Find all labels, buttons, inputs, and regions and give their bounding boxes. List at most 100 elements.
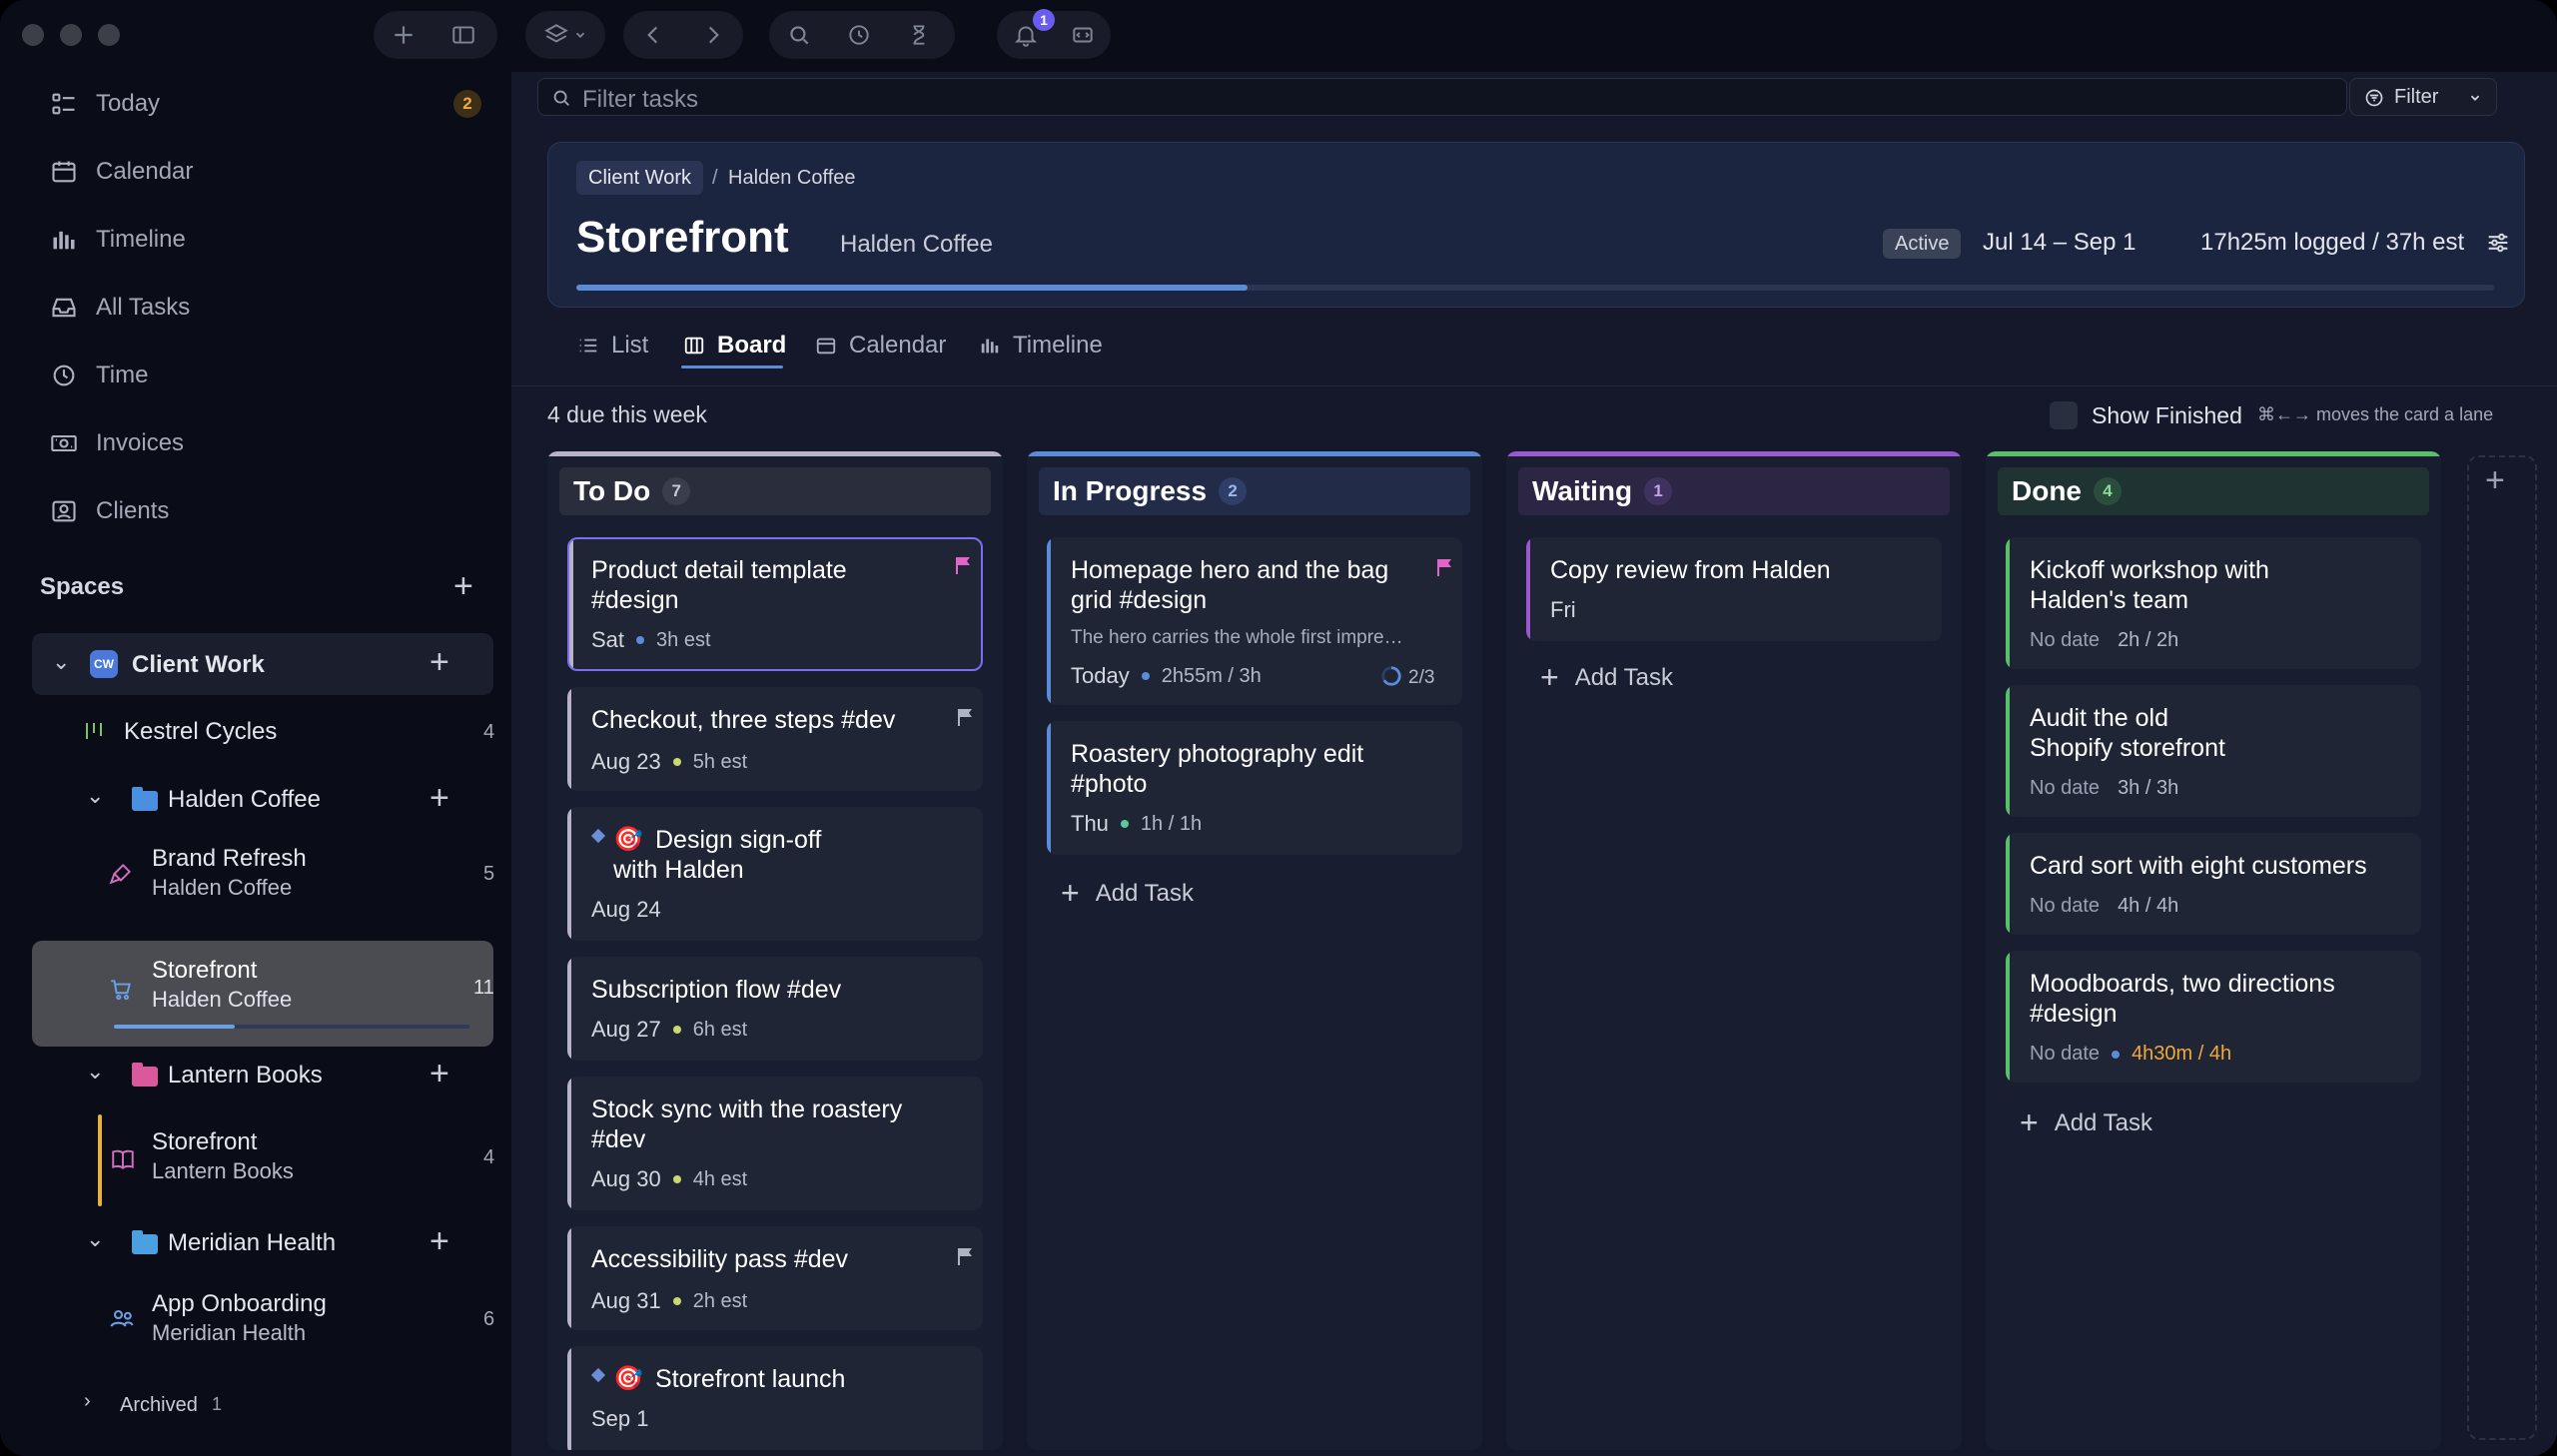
show-finished-toggle[interactable]: Show Finished (2050, 401, 2242, 429)
task-card[interactable]: Accessibility pass #dev Aug 31 2h est (567, 1226, 983, 1330)
tab-board[interactable]: Board (683, 326, 786, 365)
chevron-right-icon: › (84, 1390, 91, 1412)
tools-group (769, 11, 955, 59)
nav-timeline[interactable]: Timeline (50, 220, 186, 260)
flag-icon[interactable] (1436, 557, 1454, 577)
task-meta: No date 4h / 4h (2030, 895, 2178, 918)
add-task-button[interactable]: + Add Task (1061, 875, 1194, 912)
add-to-meridian-button[interactable]: + (429, 1224, 449, 1258)
nav-time[interactable]: Time (50, 356, 148, 395)
task-meta: No date 4h30m / 4h (2030, 1043, 2231, 1066)
task-card[interactable]: Product detail template #design Sat 3h e… (567, 537, 983, 671)
column-in-progress: In Progress 2 Homepage hero and the bag … (1027, 451, 1482, 1450)
task-card[interactable]: Stock sync with the roastery #dev Aug 30… (567, 1077, 983, 1210)
task-card[interactable]: 🎯 Design sign-off with Halden Aug 24 (567, 807, 983, 941)
sidebar-icon (452, 26, 474, 44)
project-brand-refresh[interactable]: Brand Refresh Halden Coffee 5 (32, 839, 494, 911)
project-progress-bar (576, 285, 2494, 291)
search-icon (553, 90, 569, 106)
history-button[interactable] (829, 11, 889, 59)
task-card[interactable]: Moodboards, two directions #design No da… (2006, 951, 2421, 1083)
task-card[interactable]: Subscription flow #dev Aug 27 6h est (567, 957, 983, 1061)
app-window: 1 Today 2 Calendar Timeline All Tasks Ti (0, 0, 2557, 1456)
show-finished-checkbox[interactable] (2050, 401, 2078, 429)
project-storefront-halden[interactable]: Storefront Halden Coffee 11 (32, 941, 494, 1047)
column-header[interactable]: Waiting 1 (1518, 467, 1950, 515)
title-bar: 1 (0, 0, 2557, 72)
tab-list[interactable]: List (577, 326, 648, 365)
column-header[interactable]: In Progress 2 (1039, 467, 1470, 515)
add-task-button[interactable]: + Add Task (1540, 659, 1673, 696)
task-card[interactable]: Copy review from Halden Fri (1526, 537, 1942, 641)
timer-button[interactable] (889, 11, 949, 59)
project-storefront-lantern[interactable]: Storefront Lantern Books 4 (32, 1114, 494, 1206)
space-client-work[interactable]: ⌄ CW Client Work + (32, 633, 493, 695)
close-window-button[interactable] (22, 24, 44, 46)
minimize-window-button[interactable] (60, 24, 82, 46)
tab-timeline[interactable]: Timeline (979, 326, 1103, 365)
folder-meridian-health[interactable]: ⌄ Meridian Health + (32, 1214, 493, 1270)
task-card[interactable]: Homepage hero and the bag grid #design T… (1047, 537, 1462, 705)
column-count: 4 (2094, 477, 2122, 505)
project-kestrel-cycles[interactable]: Kestrel Cycles 4 (32, 703, 494, 759)
project-dates: Jul 14 – Sep 1 (1983, 229, 2136, 256)
task-card[interactable]: Audit the old Shopify storefront No date… (2006, 685, 2421, 817)
flag-icon[interactable] (955, 555, 973, 575)
add-to-client-work-button[interactable]: + (429, 645, 449, 679)
subtask-count: 2/3 (1408, 667, 1435, 688)
add-task-button[interactable]: + Add Task (2020, 1104, 2152, 1141)
add-to-lantern-button[interactable]: + (429, 1057, 449, 1091)
nav-all-tasks[interactable]: All Tasks (50, 288, 190, 328)
app-onboarding-title: App Onboarding (152, 1290, 327, 1317)
flag-icon[interactable] (957, 1246, 975, 1266)
archived-section[interactable]: › Archived 1 (32, 1384, 493, 1424)
column-color-bar (1986, 451, 2441, 456)
workspace-switcher[interactable] (525, 11, 605, 59)
task-card[interactable]: Card sort with eight customers No date 4… (2006, 833, 2421, 935)
nav-today[interactable]: Today (50, 84, 160, 124)
status-dot (2112, 1050, 2121, 1059)
task-card[interactable]: Kickoff workshop with Halden's team No d… (2006, 537, 2421, 669)
task-card[interactable]: Roastery photography edit #photo Thu 1h … (1047, 721, 1462, 855)
breadcrumb-parent[interactable]: Client Work (576, 161, 703, 195)
task-meta: Aug 31 2h est (591, 1288, 747, 1314)
project-app-onboarding[interactable]: App Onboarding Meridian Health 6 (32, 1280, 494, 1356)
toggle-sidebar-button[interactable] (433, 11, 493, 59)
add-space-button[interactable]: + (453, 569, 473, 603)
filter-tasks-input[interactable]: Filter tasks (537, 78, 2347, 116)
task-title: Card sort with eight customers (2030, 852, 2367, 880)
storefront-lantern-sub: Lantern Books (152, 1158, 294, 1183)
nav-calendar[interactable]: Calendar (50, 152, 193, 192)
column-count: 2 (1219, 477, 1248, 505)
add-column-area[interactable]: + (2467, 455, 2537, 1440)
settings-sliders-icon[interactable] (2484, 229, 2512, 257)
notifications-button[interactable]: 1 (997, 9, 1055, 59)
task-card[interactable]: Checkout, three steps #dev Aug 23 5h est (567, 687, 983, 791)
task-title: Accessibility pass #dev (591, 1245, 849, 1273)
back-button[interactable] (623, 11, 683, 59)
task-card[interactable]: 🎯 Storefront launch Sep 1 (567, 1346, 983, 1450)
add-to-halden-button[interactable]: + (429, 781, 449, 815)
new-item-button[interactable] (374, 11, 433, 59)
column-done: Done 4 Kickoff workshop with Halden's te… (1986, 451, 2441, 1450)
column-header[interactable]: To Do 7 (559, 467, 991, 515)
breadcrumb-current[interactable]: Halden Coffee (728, 167, 856, 190)
nav-invoices[interactable]: Invoices (50, 423, 184, 463)
flag-icon[interactable] (957, 707, 975, 727)
storefront-halden-progress-fill (114, 1025, 236, 1029)
forward-button[interactable] (683, 11, 743, 59)
zoom-window-button[interactable] (98, 24, 120, 46)
filter-button[interactable]: Filter (2349, 78, 2497, 116)
task-date: Aug 30 (591, 1166, 661, 1191)
column-header[interactable]: Done 4 (1998, 467, 2429, 515)
task-date: Fri (1550, 597, 1576, 622)
task-date: Thu (1071, 811, 1109, 836)
status-badge[interactable]: Active (1883, 229, 1962, 259)
tab-calendar[interactable]: Calendar (815, 326, 946, 365)
folder-lantern-books[interactable]: ⌄ Lantern Books + (32, 1047, 493, 1102)
search-button[interactable] (769, 11, 829, 59)
folder-halden-coffee[interactable]: ⌄ Halden Coffee + (32, 771, 493, 827)
add-column-button[interactable]: + (2485, 461, 2505, 500)
sync-button[interactable] (1054, 11, 1111, 59)
nav-clients[interactable]: Clients (50, 491, 169, 531)
